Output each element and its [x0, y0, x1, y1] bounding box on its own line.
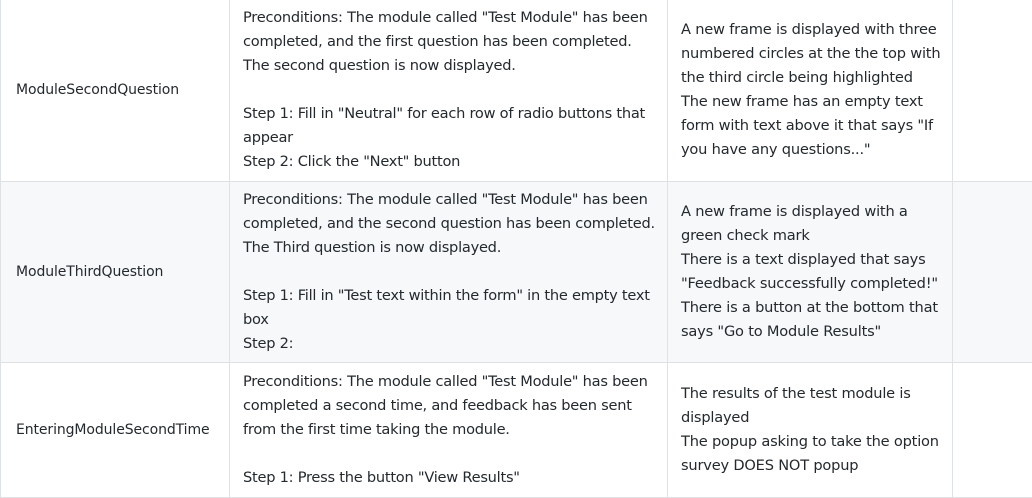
- steps-line: Preconditions: The module called "Test M…: [243, 188, 654, 212]
- result-line: the third circle being highlighted: [681, 66, 939, 90]
- steps-line: [243, 78, 654, 102]
- steps-line: box: [243, 308, 654, 332]
- result-line: The results of the test module is: [681, 382, 939, 406]
- expected-result-cell: A new frame is displayed with three numb…: [668, 0, 953, 182]
- result-line: A new frame is displayed with three: [681, 18, 939, 42]
- steps-line: Preconditions: The module called "Test M…: [243, 6, 654, 30]
- steps-line: completed, and the first question has be…: [243, 30, 654, 54]
- test-name-cell: ModuleSecondQuestion: [1, 0, 230, 182]
- steps-line: Step 2: Click the "Next" button: [243, 150, 654, 174]
- result-line: The popup asking to take the option: [681, 430, 939, 454]
- empty-cell: [953, 0, 1032, 182]
- result-line: "Feedback successfully completed!": [681, 272, 939, 296]
- test-steps-cell: Preconditions: The module called "Test M…: [230, 0, 668, 182]
- steps-line: from the first time taking the module.: [243, 418, 654, 442]
- steps-line: [243, 442, 654, 466]
- table-row: ModuleSecondQuestion Preconditions: The …: [1, 0, 1032, 182]
- result-line: survey DOES NOT popup: [681, 454, 939, 478]
- result-line: The new frame has an empty text: [681, 90, 939, 114]
- result-line: you have any questions...": [681, 138, 939, 162]
- steps-line: The Third question is now displayed.: [243, 236, 654, 260]
- test-name-cell: EnteringModuleSecondTime: [1, 363, 230, 498]
- steps-line: Step 2:: [243, 332, 654, 356]
- steps-line: completed a second time, and feedback ha…: [243, 394, 654, 418]
- empty-cell: [953, 363, 1032, 498]
- result-line: displayed: [681, 406, 939, 430]
- result-line: says "Go to Module Results": [681, 320, 939, 344]
- table-row: ModuleThirdQuestion Preconditions: The m…: [1, 182, 1032, 363]
- steps-line: completed, and the second question has b…: [243, 212, 654, 236]
- test-cases-table: ModuleSecondQuestion Preconditions: The …: [0, 0, 1032, 498]
- result-line: There is a button at the bottom that: [681, 296, 939, 320]
- steps-line: Step 1: Fill in "Neutral" for each row o…: [243, 102, 654, 126]
- result-line: numbered circles at the the top with: [681, 42, 939, 66]
- expected-result-cell: The results of the test module is displa…: [668, 363, 953, 498]
- test-steps-cell: Preconditions: The module called "Test M…: [230, 363, 668, 498]
- steps-line: Preconditions: The module called "Test M…: [243, 370, 654, 394]
- empty-cell: [953, 182, 1032, 363]
- result-line: form with text above it that says "If: [681, 114, 939, 138]
- steps-line: appear: [243, 126, 654, 150]
- steps-line: Step 1: Press the button "View Results": [243, 466, 654, 490]
- expected-result-cell: A new frame is displayed with a green ch…: [668, 182, 953, 363]
- steps-line: The second question is now displayed.: [243, 54, 654, 78]
- test-steps-cell: Preconditions: The module called "Test M…: [230, 182, 668, 363]
- test-name-cell: ModuleThirdQuestion: [1, 182, 230, 363]
- steps-line: [243, 260, 654, 284]
- result-line: There is a text displayed that says: [681, 248, 939, 272]
- result-line: green check mark: [681, 224, 939, 248]
- steps-line: Step 1: Fill in "Test text within the fo…: [243, 284, 654, 308]
- result-line: A new frame is displayed with a: [681, 200, 939, 224]
- table-row: EnteringModuleSecondTime Preconditions: …: [1, 363, 1032, 498]
